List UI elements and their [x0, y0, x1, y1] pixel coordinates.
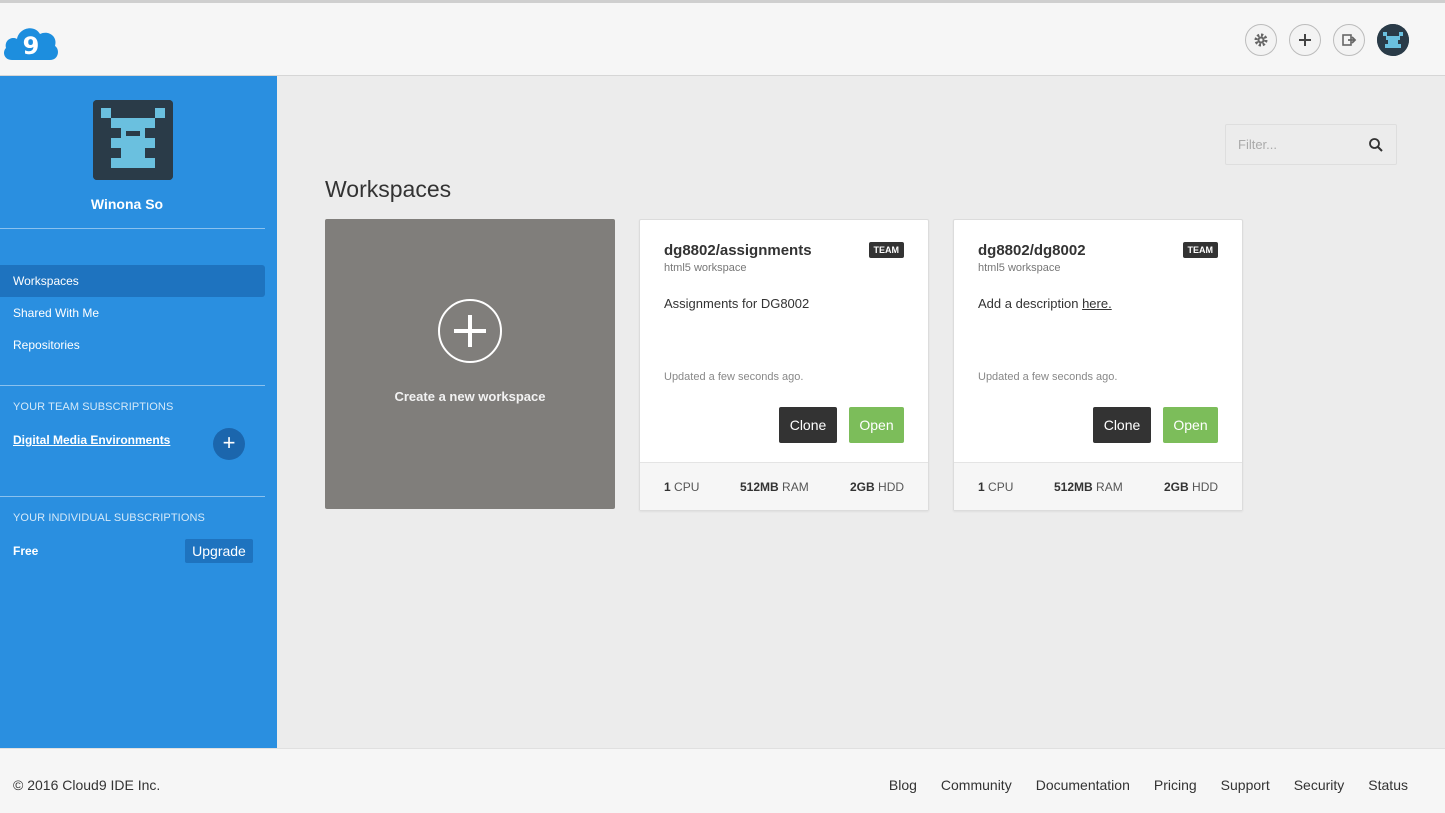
workspace-type: html5 workspace: [978, 262, 1061, 274]
add-description-link[interactable]: here.: [1082, 296, 1112, 311]
sidebar: Winona So Workspaces Shared With Me Repo…: [0, 76, 277, 748]
sidebar-divider: [0, 496, 265, 497]
hdd-stat: 2GB HDD: [850, 480, 905, 494]
plan-label: Free: [13, 544, 39, 558]
hdd-stat: 2GB HDD: [1164, 480, 1219, 494]
filter-box: [1225, 124, 1397, 165]
page-title: Workspaces: [325, 176, 452, 202]
team-badge: TEAM: [1182, 242, 1218, 258]
add-button[interactable]: [1289, 24, 1321, 56]
sidebar-divider: [0, 228, 265, 229]
workspace-updated: Updated a few seconds ago.: [664, 371, 804, 383]
team-subscriptions-heading: YOUR TEAM SUBSCRIPTIONS: [13, 401, 174, 413]
workspace-description: Add a description here.: [978, 296, 1112, 311]
sign-out-icon: [1342, 34, 1357, 46]
workspace-name[interactable]: dg8802/dg8002: [978, 242, 1086, 259]
footer-link-status[interactable]: Status: [1368, 777, 1408, 793]
workspace-stats: 1 CPU 512MB RAM 2GB HDD: [640, 462, 928, 510]
open-button[interactable]: Open: [849, 407, 904, 443]
team-subscription-link[interactable]: Digital Media Environments: [13, 433, 170, 447]
search-icon[interactable]: [1368, 137, 1384, 153]
workspace-type: html5 workspace: [664, 262, 747, 274]
workspace-name[interactable]: dg8802/assignments: [664, 242, 812, 259]
cloud9-logo-icon[interactable]: 9: [2, 22, 60, 62]
sidebar-item-workspaces[interactable]: Workspaces: [0, 265, 265, 297]
footer-link-community[interactable]: Community: [941, 777, 1012, 793]
workspace-stats: 1 CPU 512MB RAM 2GB HDD: [954, 462, 1242, 510]
user-avatar-icon[interactable]: [1377, 24, 1409, 56]
workspace-updated: Updated a few seconds ago.: [978, 371, 1118, 383]
copyright-text: © 2016 Cloud9 IDE Inc.: [13, 777, 161, 793]
filter-input[interactable]: [1226, 125, 1366, 164]
plus-circle-icon: [438, 299, 502, 363]
individual-subscriptions-heading: YOUR INDIVIDUAL SUBSCRIPTIONS: [13, 512, 205, 524]
top-bar: 9: [0, 0, 1445, 76]
sidebar-item-shared-with-me[interactable]: Shared With Me: [0, 297, 265, 329]
footer-link-documentation[interactable]: Documentation: [1036, 777, 1130, 793]
user-name: Winona So: [90, 196, 164, 212]
svg-text:9: 9: [23, 32, 40, 60]
cpu-stat: 1 CPU: [664, 480, 700, 494]
add-team-button[interactable]: +: [213, 428, 245, 460]
profile-avatar-icon[interactable]: [93, 100, 173, 180]
ram-stat: 512MB RAM: [740, 480, 809, 494]
description-text: Add a description: [978, 296, 1083, 311]
workspace-description: Assignments for DG8002: [664, 296, 809, 311]
footer-link-blog[interactable]: Blog: [889, 777, 917, 793]
footer-link-support[interactable]: Support: [1221, 777, 1270, 793]
plus-icon: [1299, 34, 1311, 46]
footer: © 2016 Cloud9 IDE Inc. Blog Community Do…: [0, 748, 1445, 813]
clone-button[interactable]: Clone: [779, 407, 837, 443]
sidebar-divider: [0, 385, 265, 386]
gear-icon: [1254, 33, 1268, 47]
clone-button[interactable]: Clone: [1093, 407, 1151, 443]
upgrade-button[interactable]: Upgrade: [185, 539, 253, 563]
footer-link-pricing[interactable]: Pricing: [1154, 777, 1197, 793]
ram-stat: 512MB RAM: [1054, 480, 1123, 494]
top-actions: [1245, 24, 1409, 56]
workspace-card[interactable]: dg8802/assignments TEAM html5 workspace …: [639, 219, 929, 511]
create-workspace-card[interactable]: Create a new workspace: [325, 219, 615, 509]
settings-button[interactable]: [1245, 24, 1277, 56]
workspace-card[interactable]: dg8802/dg8002 TEAM html5 workspace Add a…: [953, 219, 1243, 511]
open-button[interactable]: Open: [1163, 407, 1218, 443]
footer-link-security[interactable]: Security: [1294, 777, 1345, 793]
create-workspace-label: Create a new workspace: [394, 389, 546, 404]
cpu-stat: 1 CPU: [978, 480, 1014, 494]
sidebar-item-repositories[interactable]: Repositories: [0, 329, 265, 361]
logout-button[interactable]: [1333, 24, 1365, 56]
footer-links: Blog Community Documentation Pricing Sup…: [889, 777, 1408, 793]
team-badge: TEAM: [868, 242, 904, 258]
description-text: Assignments for DG8002: [664, 296, 810, 311]
